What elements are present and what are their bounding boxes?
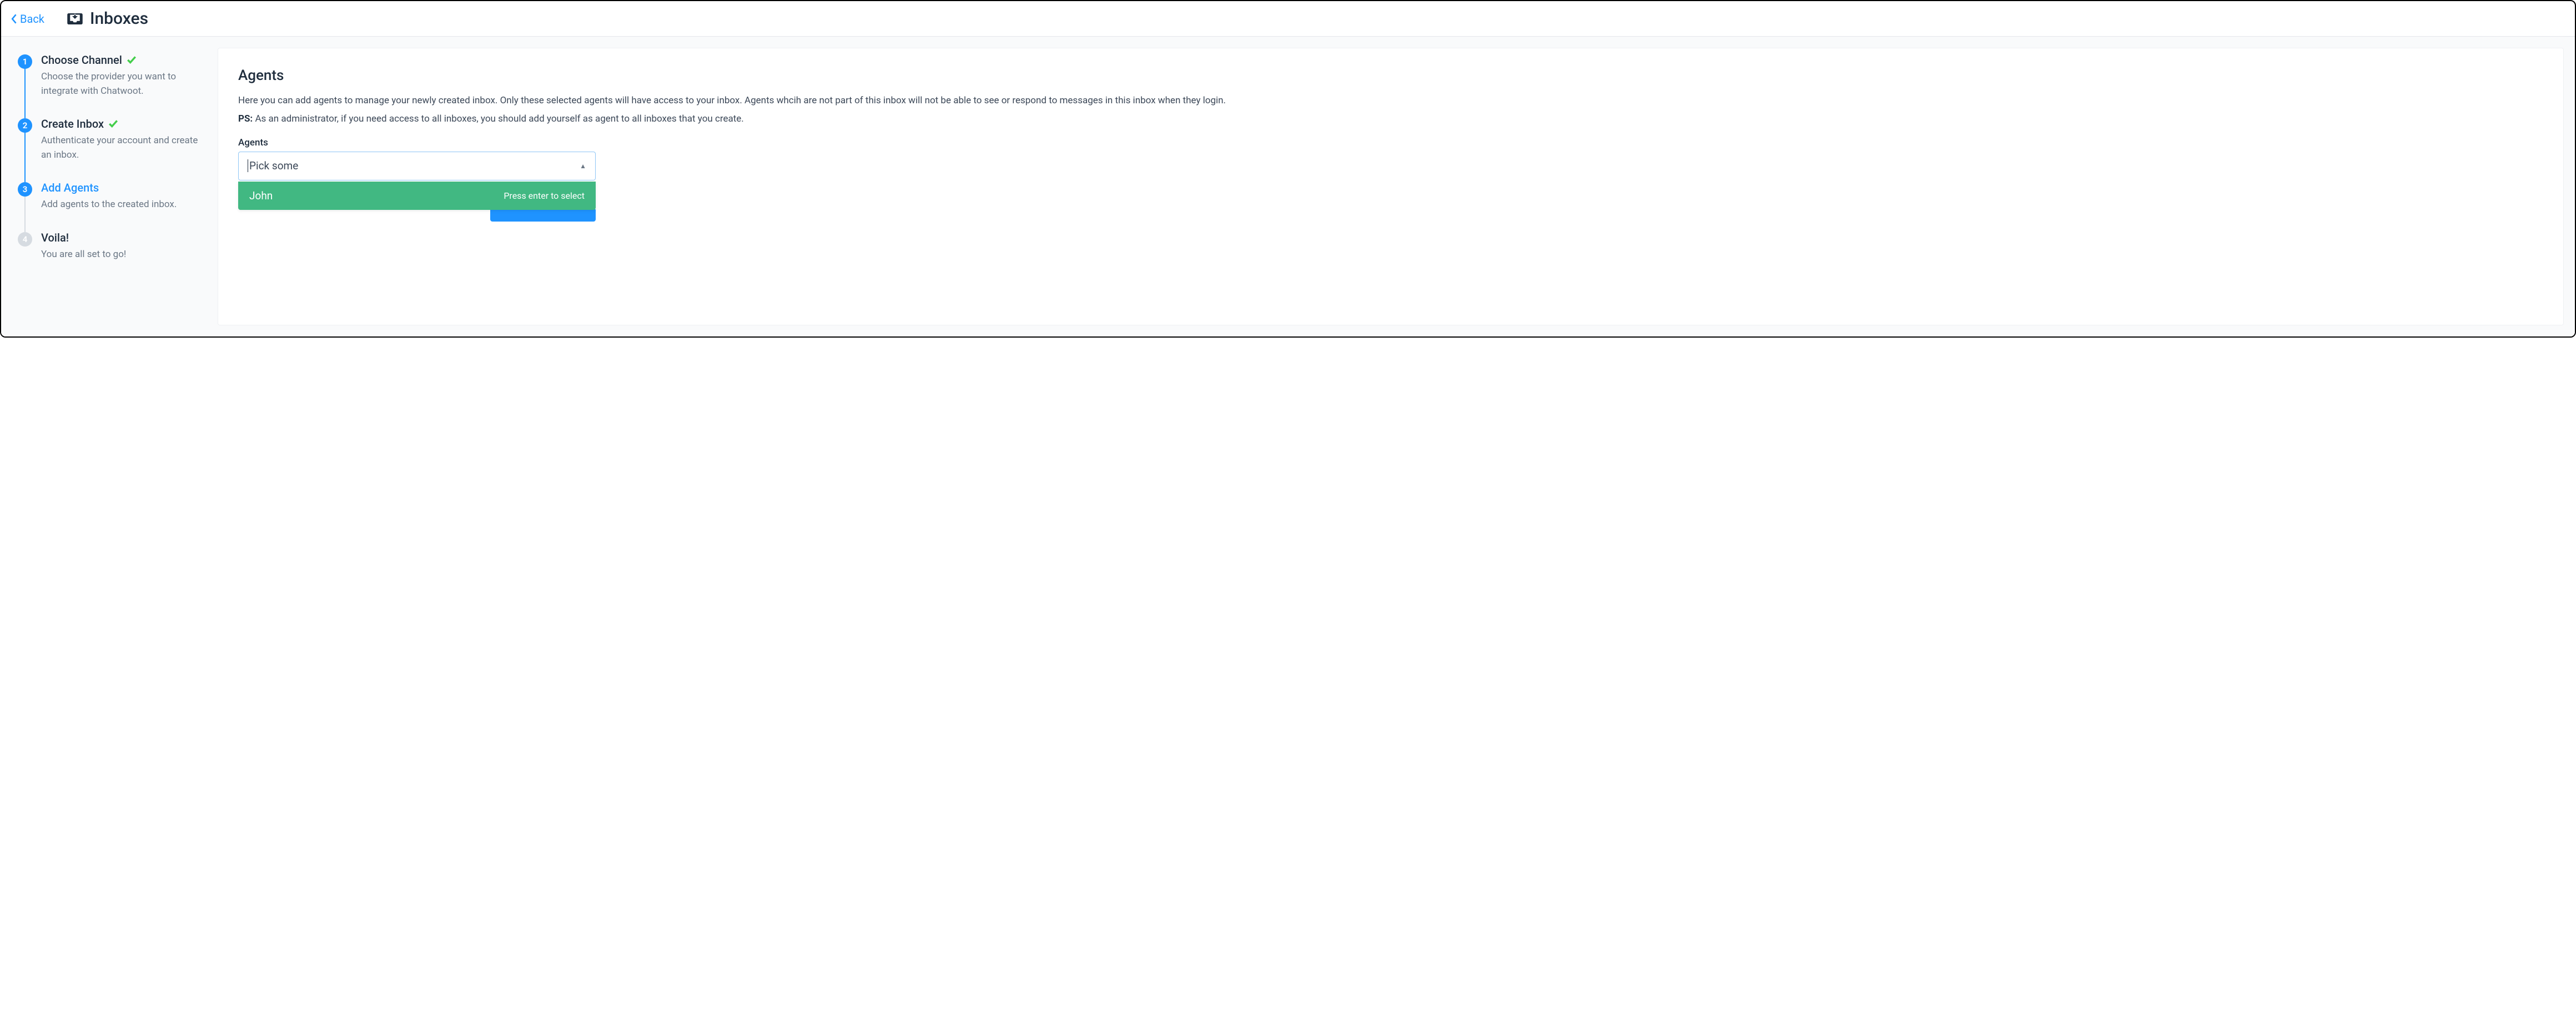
page-title-wrap: Inboxes [67, 9, 148, 28]
back-button[interactable]: Back [11, 12, 44, 26]
section-desc: Here you can add agents to manage your n… [238, 93, 2543, 109]
dropdown-hint: Press enter to select [504, 190, 585, 201]
page-title: Inboxes [90, 9, 148, 28]
ps-label: PS: [238, 113, 253, 124]
step-number: 2 [18, 118, 32, 133]
step-title: Create Inbox [41, 117, 104, 130]
step-number: 3 [18, 182, 32, 197]
dropdown-option-label: John [249, 189, 273, 202]
agents-multiselect[interactable]: Pick some ▲ [238, 152, 596, 180]
check-icon [127, 55, 137, 65]
agents-dropdown: John Press enter to select [238, 182, 596, 210]
wizard-step-choose-channel[interactable]: 1 Choose Channel Choose the provider you… [18, 53, 204, 117]
check-icon [108, 119, 118, 129]
main-panel: Agents Here you can add agents to manage… [218, 48, 2564, 325]
step-title: Voila! [41, 231, 69, 244]
wizard-step-add-agents[interactable]: 3 Add Agents Add agents to the created i… [18, 181, 204, 231]
wizard-steps: 1 Choose Channel Choose the provider you… [18, 53, 204, 262]
step-desc: Authenticate your account and create an … [41, 134, 204, 162]
inbox-icon [67, 11, 83, 27]
submit-button[interactable] [490, 209, 596, 222]
chevron-left-icon [11, 14, 18, 24]
dropdown-option-john[interactable]: John Press enter to select [238, 182, 596, 210]
step-number: 1 [18, 54, 32, 69]
step-number: 4 [18, 232, 32, 247]
select-placeholder: Pick some [248, 159, 298, 172]
ps-text: As an administrator, if you need access … [255, 113, 743, 124]
agents-field-label: Agents [238, 137, 2543, 148]
back-label: Back [20, 12, 44, 26]
wizard-step-create-inbox[interactable]: 2 Create Inbox Authenticate your account… [18, 117, 204, 181]
wizard-sidebar: 1 Choose Channel Choose the provider you… [1, 37, 218, 336]
step-desc: Choose the provider you want to integrat… [41, 70, 204, 98]
step-title: Choose Channel [41, 53, 122, 67]
agents-select-wrap: Pick some ▲ John Press enter to select [238, 152, 596, 180]
page-header: Back Inboxes [1, 1, 2575, 37]
step-desc: Add agents to the created inbox. [41, 198, 204, 212]
step-title: Add Agents [41, 181, 99, 194]
body: 1 Choose Channel Choose the provider you… [1, 37, 2575, 336]
wizard-step-voila[interactable]: 4 Voila! You are all set to go! [18, 231, 204, 262]
section-title: Agents [238, 67, 2543, 84]
step-desc: You are all set to go! [41, 248, 204, 262]
caret-up-icon: ▲ [580, 162, 586, 170]
section-ps: PS: As an administrator, if you need acc… [238, 111, 2543, 127]
